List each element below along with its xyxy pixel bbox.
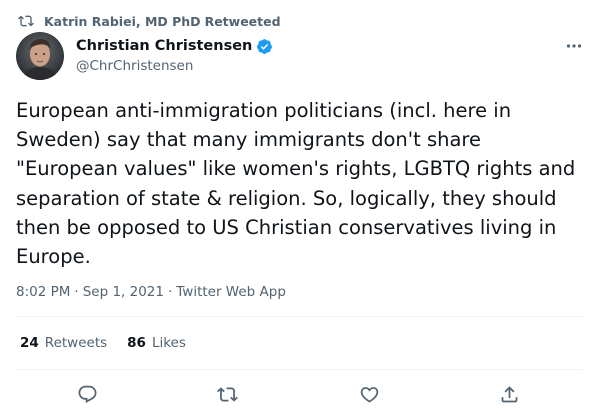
- divider: [16, 369, 582, 370]
- retweeter-name[interactable]: Katrin Rabiei, MD PhD: [44, 14, 201, 29]
- retweets-label: Retweets: [44, 335, 108, 351]
- share-icon[interactable]: [498, 383, 520, 405]
- author-display-name[interactable]: Christian Christensen: [76, 38, 252, 54]
- meta-separator: ·: [74, 284, 79, 300]
- retweets-count: 24: [20, 335, 39, 351]
- tweet-text: European anti-immigration politicians (i…: [16, 99, 576, 269]
- avatar[interactable]: [16, 32, 64, 80]
- tweet-time[interactable]: 8:02 PM: [16, 284, 70, 300]
- retweet-context: Katrin Rabiei, MD PhD Retweeted: [18, 11, 281, 31]
- divider: [16, 316, 582, 317]
- likes-stat[interactable]: 86 Likes: [127, 335, 186, 351]
- author-name-row: Christian Christensen: [76, 36, 273, 56]
- retweet-label: Retweeted: [204, 13, 281, 29]
- author-handle[interactable]: @ChrChristensen: [76, 58, 193, 74]
- tweet-meta: 8:02 PM · Sep 1, 2021 · Twitter Web App: [16, 282, 286, 302]
- retweet-icon[interactable]: [216, 383, 238, 405]
- tweet-date[interactable]: Sep 1, 2021: [83, 284, 164, 300]
- tweet-source[interactable]: Twitter Web App: [176, 284, 286, 300]
- tweet-stats: 24 Retweets 86 Likes: [20, 333, 206, 353]
- likes-label: Likes: [151, 335, 186, 351]
- reply-icon[interactable]: [76, 383, 98, 405]
- like-icon[interactable]: [358, 383, 380, 405]
- tweet-actions: [0, 380, 598, 408]
- meta-separator: ·: [167, 284, 173, 300]
- retweet-icon: [18, 13, 34, 29]
- retweets-stat[interactable]: 24 Retweets: [20, 335, 107, 351]
- likes-count: 86: [127, 335, 146, 351]
- verified-badge-icon: [256, 38, 273, 55]
- more-options-icon[interactable]: [564, 36, 584, 56]
